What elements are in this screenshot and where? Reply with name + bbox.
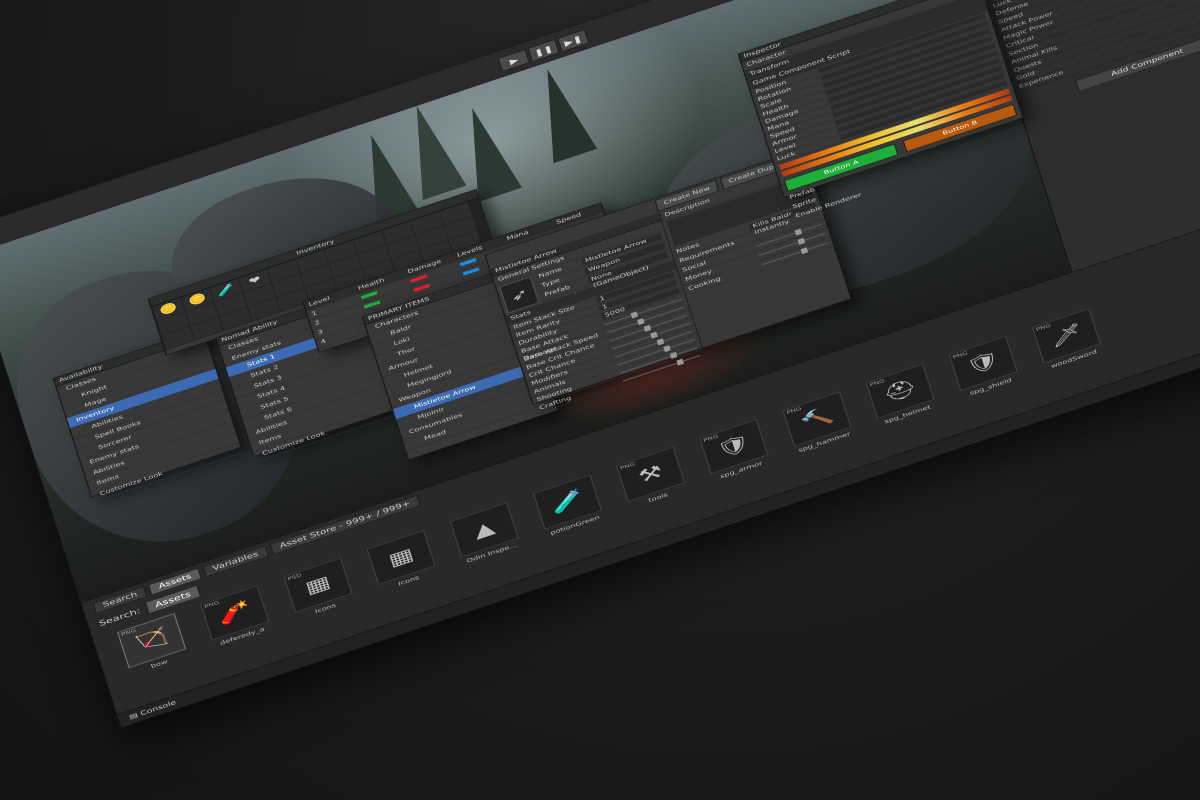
asset-icon: 🛡 (963, 348, 1003, 379)
console-label: Console (139, 699, 178, 718)
asset-item[interactable]: ⛑ PNG spg_helmet (862, 362, 942, 428)
asset-item[interactable]: ▦ PSD Icons (280, 556, 360, 622)
asset-item[interactable]: 🧨 PNG deferedy_a (196, 584, 276, 650)
asset-icon: 🛡 (714, 431, 754, 462)
slider-knob[interactable] (797, 237, 806, 245)
slider-knob[interactable] (800, 247, 809, 255)
asset-item[interactable]: 🔨 PNG spg_hammer (778, 390, 858, 456)
asset-icon: ⛑ (880, 376, 920, 406)
asset-item[interactable]: ⚒ PNG tools (612, 445, 692, 511)
editor-perspective: ▶ ❚❚ ▶❚ StatsLevelHealthManaStaminaStren… (0, 0, 1200, 728)
asset-icon: ▲ (471, 517, 498, 543)
asset-icon: ▦ (385, 544, 417, 571)
slider-knob[interactable] (794, 228, 803, 236)
asset-icon: 🧨 (215, 598, 254, 628)
asset-icon: ▦ (302, 571, 334, 599)
asset-type-badge: PNG (619, 461, 636, 472)
asset-item[interactable]: 🛡 PNG spg_armor (695, 418, 775, 484)
unity-editor-window: ▶ ❚❚ ▶❚ StatsLevelHealthManaStaminaStren… (0, 0, 1200, 728)
asset-type-badge: PSD (286, 572, 303, 582)
asset-icon: 🧪 (548, 487, 587, 517)
asset-item[interactable]: 🛡 PNG spg_shield (945, 335, 1025, 401)
asset-icon: 🔨 (797, 404, 836, 434)
asset-item[interactable]: 🗡 PNG woodSword (1028, 307, 1108, 373)
asset-item[interactable]: 🧪 potionGreen (529, 473, 609, 539)
asset-icon: ⚒ (636, 461, 666, 488)
asset-icon: 🗡 (1047, 320, 1086, 351)
asset-item[interactable]: ▲ Odin Inspe... (446, 501, 526, 567)
asset-item[interactable]: ▦ Icons (363, 529, 443, 595)
slider-knob[interactable] (676, 358, 684, 366)
asset-icon: 🏹 (132, 625, 171, 656)
editor-stage: ▶ ❚❚ ▶❚ StatsLevelHealthManaStaminaStren… (0, 0, 1200, 800)
